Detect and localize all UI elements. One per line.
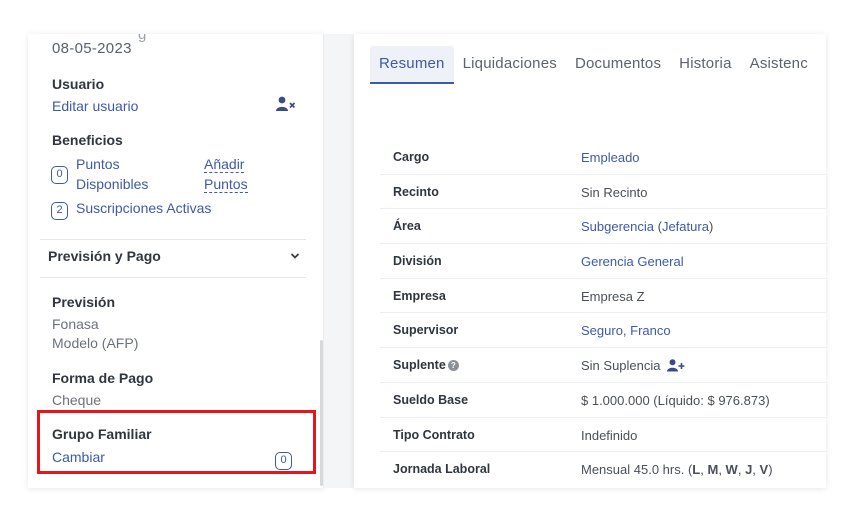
user-add-icon[interactable] (667, 359, 685, 375)
divider (40, 239, 306, 240)
puntos-disponibles-link[interactable]: Puntos Disponibles (76, 154, 148, 194)
day-m: M (707, 462, 719, 478)
forma-pago-title: Forma de Pago (52, 370, 154, 386)
tab-historia[interactable]: Historia (670, 46, 740, 82)
row-value: Empresa Z (581, 288, 645, 304)
forma-pago-value: Cheque (52, 392, 102, 408)
suplente-value: Sin Suplencia (581, 358, 685, 375)
row-label: Empresa (393, 288, 446, 303)
jornada-value: Mensual 45.0 hrs. (L, M, W, J, V) (581, 462, 773, 478)
area-value: Subgerencia (Jefatura) (581, 219, 713, 234)
table-row: Jornada Laboral Mensual 45.0 hrs. (L, M,… (380, 452, 826, 487)
highlight-annotation (37, 410, 316, 474)
table-row: Suplente? Sin Suplencia (380, 348, 826, 383)
row-value: Sin Suplencia (581, 358, 661, 374)
prevision-pago-header[interactable]: Previsión y Pago (48, 248, 161, 264)
summary-table: Cargo Empleado Recinto Sin Recinto Área … (380, 140, 826, 487)
jornada-prefix: Mensual 45.0 hrs. ( (581, 462, 693, 478)
edit-user-link[interactable]: Editar usuario (52, 98, 138, 114)
table-row: Recinto Sin Recinto (380, 175, 826, 210)
anadir-label-line1: Añadir (204, 156, 245, 173)
row-value: Sin Recinto (581, 184, 648, 200)
jefatura-link[interactable]: Jefatura (662, 219, 709, 234)
truncated-label: g (138, 34, 147, 43)
day-w: W (725, 462, 738, 478)
row-label: Área (393, 219, 421, 234)
subscriptions-badge: 2 (51, 200, 68, 220)
table-row: Cargo Empleado (380, 140, 826, 175)
supervisor-link[interactable]: Seguro, Franco (581, 323, 671, 338)
divider (40, 277, 306, 278)
table-row: Tipo Contrato Indefinido (380, 418, 826, 453)
tab-documentos[interactable]: Documentos (566, 46, 670, 82)
usuario-title: Usuario (52, 76, 105, 92)
row-label: Jornada Laboral (393, 462, 491, 477)
start-date: 08-05-2023 (52, 40, 132, 57)
row-label: Cargo (393, 150, 430, 164)
jornada-close: ) (768, 462, 773, 478)
table-row: División Gerencia General (380, 244, 826, 279)
division-link[interactable]: Gerencia General (581, 254, 684, 269)
tab-asistencia[interactable]: Asistenc (741, 46, 817, 82)
cargo-link[interactable]: Empleado (581, 150, 640, 165)
row-label: Tipo Contrato (393, 427, 475, 442)
subgerencia-link[interactable]: Subgerencia (581, 219, 654, 234)
anadir-puntos-link[interactable]: Añadir Puntos (204, 154, 248, 194)
row-value: Indefinido (581, 427, 638, 443)
day-j: J (745, 462, 753, 478)
day-l: L (692, 462, 701, 478)
row-label: Supervisor (393, 323, 459, 338)
puntos-label-line1: Puntos (76, 156, 120, 172)
beneficios-title: Beneficios (52, 132, 123, 148)
subscriptions-count: 2 (51, 202, 68, 220)
table-row: Sueldo Base $ 1.000.000 (Líquido: $ 976.… (380, 383, 826, 418)
panel-gap (324, 34, 354, 488)
employee-detail-panel: Resumen Liquidaciones Documentos Historia As… (354, 34, 826, 488)
row-label: Suplente (393, 358, 446, 373)
paren-close: ) (708, 219, 714, 235)
prevision-title: Previsión (52, 294, 116, 310)
prevision-value: Fonasa (52, 316, 99, 332)
puntos-count: 0 (51, 166, 68, 184)
subscriptions-link[interactable]: Suscripciones Activas (76, 200, 211, 216)
row-label: División (393, 254, 442, 269)
tab-resumen[interactable]: Resumen (370, 46, 454, 84)
row-label: Recinto (393, 184, 439, 199)
help-icon[interactable]: ? (447, 360, 459, 372)
puntos-badge: 0 (51, 164, 68, 184)
suplente-label: Suplente? (393, 358, 459, 372)
user-remove-icon[interactable] (276, 96, 296, 117)
tab-bar: Resumen Liquidaciones Documentos Historia As… (370, 46, 817, 84)
row-label: Sueldo Base (393, 392, 469, 407)
sidebar-scrollbar[interactable] (320, 340, 323, 486)
table-row: Empresa Empresa Z (380, 279, 826, 314)
anadir-label-line2: Puntos (204, 176, 248, 193)
table-row: Supervisor Seguro, Franco (380, 313, 826, 349)
prevision-afp: Modelo (AFP) (52, 335, 139, 351)
table-row: Área Subgerencia (Jefatura) (380, 209, 826, 245)
day-v: V (759, 462, 769, 478)
row-value: $ 1.000.000 (Líquido: $ 976.873) (581, 392, 770, 408)
tab-liquidaciones[interactable]: Liquidaciones (454, 46, 566, 82)
paren-open: ( (654, 219, 662, 235)
chevron-down-icon[interactable] (290, 248, 300, 263)
puntos-label-line2: Disponibles (76, 176, 149, 192)
